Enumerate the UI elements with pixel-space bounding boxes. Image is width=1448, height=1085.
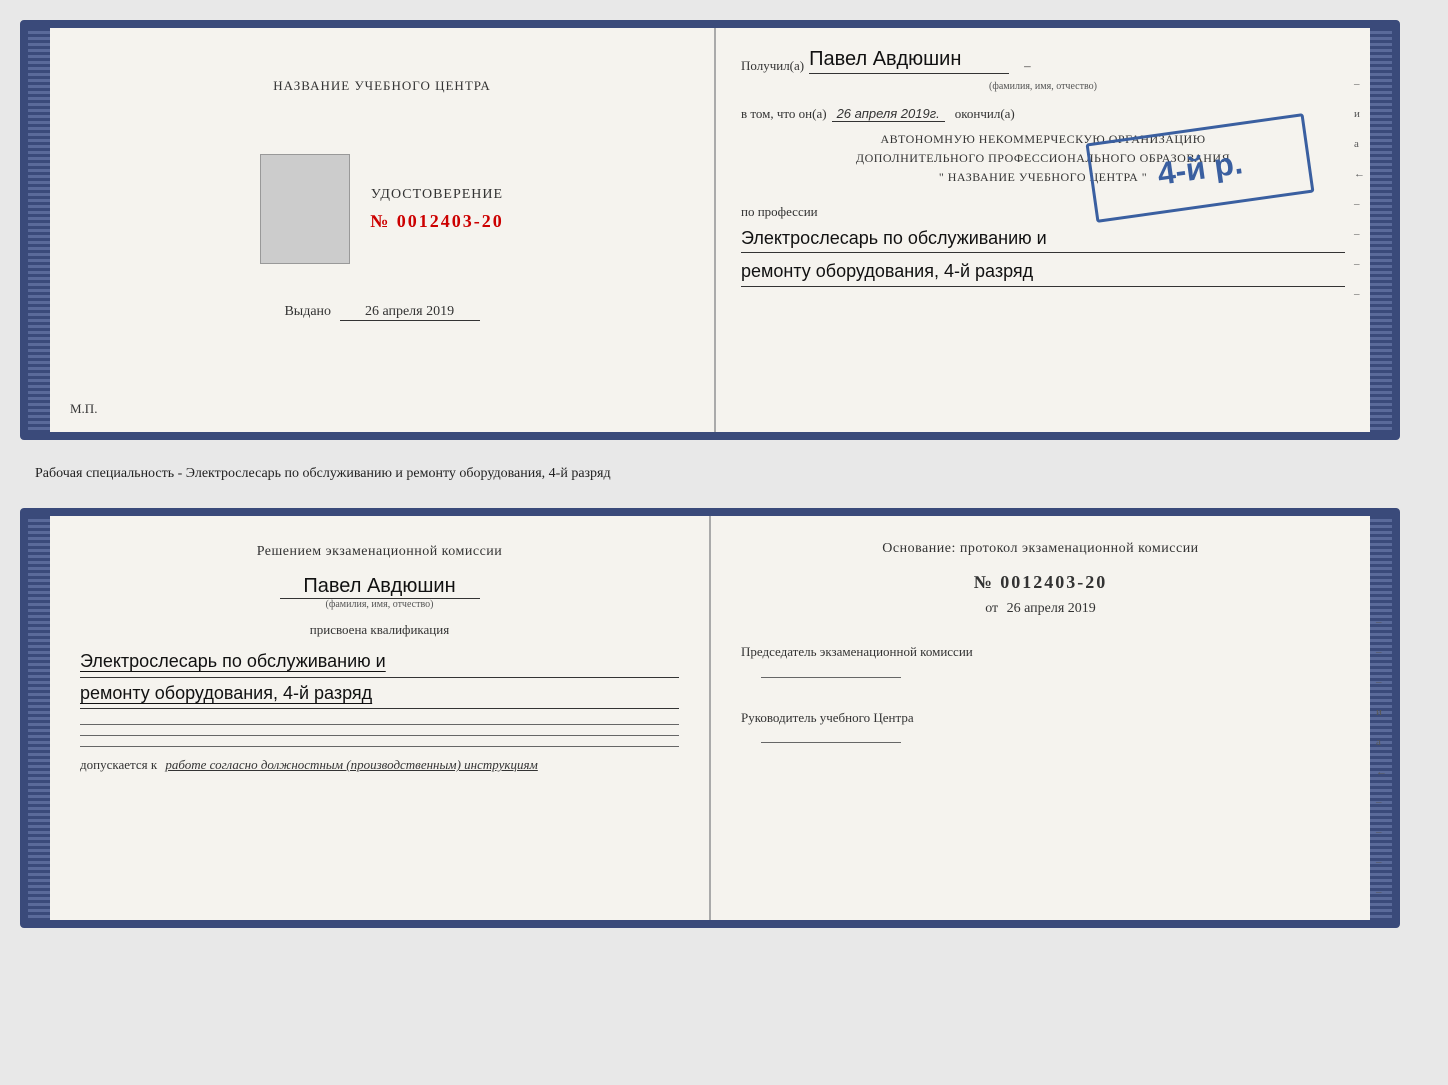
chairman-label: Председатель экзаменационной комиссии [741,642,1340,662]
line2 [80,735,679,736]
received-label: Получил(а) [741,58,804,74]
name-hint: (фамилия, имя, отчество) [741,81,1345,92]
issued-section: Выдано 26 апреля 2019 [284,304,479,321]
spine-right [1370,28,1392,432]
issued-date: 26 апреля 2019 [340,304,480,321]
cert-block: УДОСТОВЕРЕНИЕ № 0012403-20 [260,154,504,264]
middle-text: Рабочая специальность - Электрослесарь п… [20,458,1400,490]
profession-label: по профессии [741,204,1345,220]
bottom-document: Решением экзаменационной комиссии Павел … [20,508,1400,928]
kvalif-line1: Электрослесарь по обслуживанию и [80,646,679,678]
bottom-lines [80,724,679,747]
photo-placeholder [260,154,350,264]
fio-hint: (фамилия, имя, отчество) [326,599,434,610]
recipient-name: Павел Авдюшин [809,48,1009,74]
person-name: Павел Авдюшин [280,575,480,599]
chairman-section: Председатель экзаменационной комиссии [741,642,1340,678]
cert-info: УДОСТОВЕРЕНИЕ № 0012403-20 [370,187,504,232]
rukovoditel-section: Руководитель учебного Центра [741,708,1340,744]
issued-label: Выдано [284,304,331,319]
допускается-label: допускается к [80,757,157,772]
received-line: Получил(а) Павел Авдюшин – [741,48,1345,74]
kvalif-block: Электрослесарь по обслуживанию и ремонту… [80,646,679,709]
commission-title: Решением экзаменационной комиссии [80,541,679,562]
vtom-label: в том, что он(а) [741,106,827,122]
profession-line1: Электрослесарь по обслуживанию и [741,224,1345,254]
top-document: НАЗВАНИЕ УЧЕБНОГО ЦЕНТРА УДОСТОВЕРЕНИЕ №… [20,20,1400,440]
cert-number: № 0012403-20 [370,211,504,232]
kvalif-label: присвоена квалификация [80,622,679,638]
spine-left [28,28,50,432]
from-label: от [985,601,998,616]
page-wrapper: НАЗВАНИЕ УЧЕБНОГО ЦЕНТРА УДОСТОВЕРЕНИЕ №… [20,20,1428,928]
profession-line2: ремонту оборудования, 4-й разряд [741,257,1345,287]
chairman-sig-line [761,677,901,678]
bottom-right-page: Основание: протокол экзаменационной коми… [711,516,1370,920]
допускается-value: работе согласно должностным (производств… [165,757,537,772]
protocol-number: № 0012403-20 [741,572,1340,593]
specialty-text: Рабочая специальность - Электрослесарь п… [35,466,611,481]
protocol-date: от 26 апреля 2019 [741,601,1340,617]
right-marks-bottom: – – – и а ← – – – – [1376,616,1387,898]
profession-section: по профессии Электрослесарь по обслужива… [741,204,1345,288]
line3 [80,746,679,747]
person-block: Павел Авдюшин (фамилия, имя, отчество) [80,567,679,610]
mp-label: М.П. [70,401,97,417]
osnov-title: Основание: протокол экзаменационной коми… [741,541,1340,557]
okonchill-label: окончил(а) [955,106,1015,122]
protocol-date-value: 26 апреля 2019 [1007,601,1096,616]
rukovoditel-label: Руководитель учебного Центра [741,708,1340,728]
cert-label: УДОСТОВЕРЕНИЕ [371,187,503,203]
line1 [80,724,679,725]
rukovoditel-sig-line [761,742,901,743]
vtom-date: 26 апреля 2019г. [832,106,945,122]
top-right-page: Получил(а) Павел Авдюшин – (фамилия, имя… [716,28,1370,432]
kvalif-line2: ремонту оборудования, 4-й разряд [80,678,679,710]
spine-left-bottom [28,516,50,920]
stamp-number: 4-й р. [1155,144,1245,193]
bottom-left-page: Решением экзаменационной комиссии Павел … [50,516,711,920]
right-side-marks: – и а ← – – – – [1354,78,1365,300]
dash-label: – [1024,58,1031,74]
допускается-text: допускается к работе согласно должностны… [80,757,679,773]
training-center-title: НАЗВАНИЕ УЧЕБНОГО ЦЕНТРА [273,78,490,94]
top-left-page: НАЗВАНИЕ УЧЕБНОГО ЦЕНТРА УДОСТОВЕРЕНИЕ №… [50,28,716,432]
